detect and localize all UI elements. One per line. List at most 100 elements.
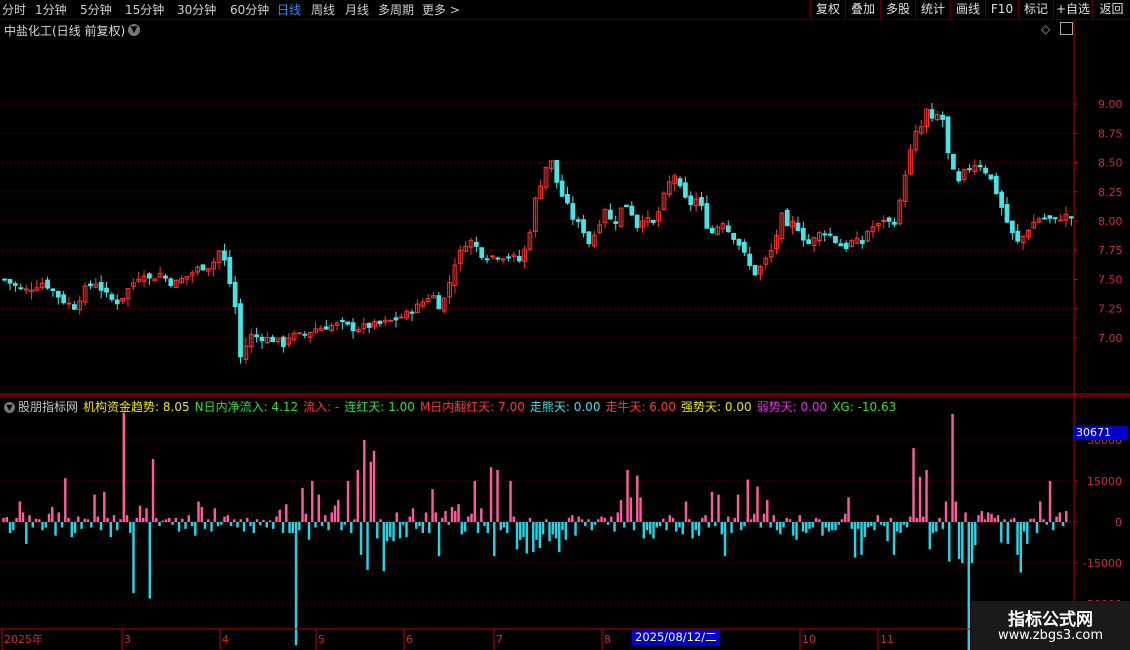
candle-body <box>61 294 67 304</box>
indicator-bar <box>223 516 226 522</box>
candle-body <box>747 253 753 266</box>
watermark-url: www.zbgs3.com <box>997 628 1104 643</box>
indicator-bar <box>499 522 502 531</box>
candle-body <box>270 336 276 343</box>
period-tab-intraday[interactable]: 分时 <box>2 1 26 18</box>
indicator-bar <box>983 519 987 522</box>
chevron-down-icon[interactable]: ▼ <box>128 24 140 36</box>
indicator-bar <box>694 522 697 531</box>
indicator-bar <box>405 522 408 538</box>
f10-button[interactable]: F10 <box>985 0 1018 19</box>
candle-body <box>554 159 560 183</box>
add-watchlist-button[interactable]: +自选 <box>1053 0 1092 19</box>
indicator-bar <box>619 500 623 522</box>
period-tab-15min[interactable]: 15分钟 <box>125 1 164 18</box>
indicator-bar <box>38 519 41 522</box>
candle-body <box>350 322 356 332</box>
indicator-bar <box>870 522 873 527</box>
indicator-bar <box>636 475 639 522</box>
indicator-bar <box>623 522 626 528</box>
indicator-bar <box>564 522 567 540</box>
statistics-button[interactable]: 统计 <box>915 0 950 19</box>
indicator-bar <box>545 519 548 522</box>
candle-body <box>7 278 13 284</box>
candle-body <box>570 203 576 220</box>
candle-body <box>688 195 694 206</box>
multi-stock-button[interactable]: 多股 <box>880 0 915 19</box>
indicator-bar <box>96 516 99 522</box>
indicator-bar <box>408 516 411 522</box>
diamond-icon[interactable]: ◇ <box>1041 22 1050 36</box>
period-tab-daily[interactable]: 日线 <box>277 1 301 18</box>
mark-button[interactable]: 标记 <box>1018 0 1053 19</box>
indicator-bar <box>736 494 740 522</box>
indicator-bar <box>577 516 580 522</box>
candle-body <box>827 233 833 236</box>
indicator-bar <box>655 522 658 528</box>
period-tab-more[interactable]: 更多 > <box>422 1 460 18</box>
price-tick-label: 8.50 <box>1098 157 1123 170</box>
indicator-bars <box>2 412 1068 650</box>
price-tick-label: 8.25 <box>1098 186 1123 199</box>
indicator-bar <box>395 512 398 522</box>
indicator-bar <box>132 522 135 594</box>
candle-body <box>45 279 50 289</box>
candle-body <box>323 326 329 330</box>
candle-body <box>951 153 956 170</box>
period-tab-30min[interactable]: 30分钟 <box>177 1 216 18</box>
indicator-bar <box>369 461 372 522</box>
price-tick-label: 9.00 <box>1098 98 1123 111</box>
crosshair-date-badge: 2025/08/12/二 <box>632 630 720 645</box>
period-tab-60min[interactable]: 60分钟 <box>230 1 269 18</box>
indicator-bar <box>905 522 909 528</box>
indicator-bar <box>1003 519 1006 522</box>
candle-body <box>881 220 887 223</box>
indicator-bar <box>112 515 116 522</box>
indicator-bar <box>181 518 184 522</box>
indicator-bar <box>857 522 860 529</box>
overlay-button[interactable]: 叠加 <box>845 0 880 19</box>
indicator-bar <box>418 522 421 527</box>
indicator-bar <box>330 512 333 522</box>
indicator-bar <box>935 522 938 532</box>
indicator-bar <box>2 517 5 522</box>
chart-canvas[interactable]: 7.007.257.507.758.008.258.508.759.00 300… <box>0 20 1130 650</box>
candle-body <box>736 238 742 246</box>
candle-body <box>1058 219 1063 222</box>
candle-body <box>473 241 479 247</box>
candle-body <box>98 281 104 291</box>
indicator-bar <box>727 516 730 522</box>
candle-body <box>516 255 522 262</box>
legend-item: 强势天: 0.00 <box>681 400 752 414</box>
draw-line-button[interactable]: 画线 <box>950 0 985 19</box>
indicator-bar <box>200 506 203 522</box>
indicator-bar <box>320 522 324 527</box>
indicator-bar <box>220 522 223 525</box>
candle-body <box>699 197 704 206</box>
indicator-bar <box>580 519 584 522</box>
date-tick-label: 3 <box>124 633 131 646</box>
legend-collapse-icon[interactable]: ▼ <box>4 402 15 413</box>
panel-toggle-icon[interactable] <box>1060 22 1073 35</box>
period-tab-monthly[interactable]: 月线 <box>345 1 369 18</box>
period-tab-1min[interactable]: 1分钟 <box>35 1 67 18</box>
indicator-bar <box>1055 516 1058 522</box>
adjust-button[interactable]: 复权 <box>810 0 845 19</box>
period-tab-weekly[interactable]: 周线 <box>311 1 335 18</box>
back-button[interactable]: 返回 <box>1092 0 1130 19</box>
indicator-bar <box>1045 522 1048 525</box>
candle-body <box>71 304 77 310</box>
indicator-bar <box>177 522 181 532</box>
indicator-bar <box>1061 522 1065 527</box>
period-tab-5min[interactable]: 5分钟 <box>80 1 112 18</box>
period-tab-multi[interactable]: 多周期 <box>378 1 414 18</box>
indicator-bar <box>366 522 369 570</box>
indicator-bar <box>382 522 385 572</box>
indicator-bar <box>424 512 428 522</box>
indicator-bar <box>5 517 8 522</box>
indicator-bar <box>567 517 571 522</box>
indicator-bar <box>779 522 782 535</box>
candle-body <box>999 191 1005 208</box>
indicator-bar <box>54 522 57 536</box>
candle-body <box>731 232 737 240</box>
